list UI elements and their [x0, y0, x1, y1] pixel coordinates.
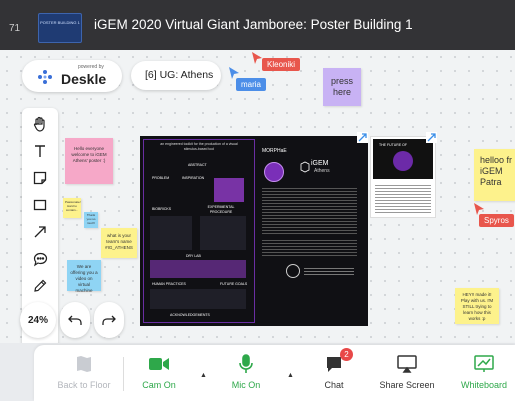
back-to-floor-button[interactable]: Back to Floor	[49, 353, 119, 390]
chat-button[interactable]: 2 Chat	[299, 348, 369, 390]
sticky-note[interactable]: helloo fr iGEM Patra	[474, 149, 515, 201]
whiteboard-button[interactable]: Whiteboard	[449, 353, 515, 390]
zoom-level[interactable]: 24%	[20, 302, 56, 338]
chat-badge: 2	[340, 348, 353, 361]
poster-small-image: THE FUTURE OF	[373, 139, 433, 179]
poster-athens: Athens	[314, 168, 330, 174]
poster-section-experimental: EXPERIMENTAL PROCEDURE	[207, 205, 235, 214]
poster-main[interactable]: an engineered toolkit for the production…	[140, 136, 368, 326]
poster-igem: iGEM	[311, 160, 329, 167]
sticky-note[interactable]: Passionate! Hard to contain...	[63, 198, 81, 218]
map-icon	[77, 356, 91, 372]
arrow-tool-button[interactable]	[28, 220, 52, 244]
deskle-logo-icon	[38, 70, 52, 84]
poster-headline: an engineered toolkit for the production…	[160, 142, 238, 151]
page-title: iGEM 2020 Virtual Giant Jamboree: Poster…	[94, 17, 413, 32]
poster-graphic	[214, 178, 244, 202]
undo-button[interactable]	[60, 302, 90, 338]
sticky-note[interactable]: press here	[323, 68, 361, 106]
poster-text-block	[375, 183, 431, 213]
poster-morphae: MORPHaE	[262, 148, 287, 154]
poster-section-human: HUMAN PRACTICES	[152, 282, 186, 286]
text-icon	[35, 145, 45, 157]
mic-options-caret-icon[interactable]: ▲	[287, 372, 294, 379]
whiteboard-canvas[interactable]: powered by Deskle [6] UG: Athens Kleonik…	[0, 50, 515, 350]
poster-team-badge	[264, 162, 284, 182]
building-logo: POSTER BUILDING 1	[38, 13, 82, 43]
room-selector[interactable]: [6] UG: Athens	[131, 61, 221, 90]
share-screen-icon	[397, 355, 417, 373]
poster-graphic	[150, 260, 246, 278]
bottom-controls: Back to Floor Cam On ▲ Mic On ▲ 2 Chat S…	[34, 345, 515, 401]
rectangle-icon	[33, 199, 47, 211]
sticky-note[interactable]: Hello everyone welcome to iGEM Athens' p…	[65, 138, 113, 184]
poster-secondary[interactable]: THE FUTURE OF	[370, 136, 436, 218]
poster-text-block	[262, 186, 357, 234]
arrow-icon	[34, 226, 46, 238]
poster-text-block	[262, 238, 357, 258]
sticky-note[interactable]: Thank you so much!	[84, 212, 98, 228]
powered-by-label: powered by	[78, 64, 104, 70]
poster-section-inspiration: INSPIRATION	[182, 176, 205, 180]
microphone-icon	[239, 354, 253, 373]
rectangle-tool-button[interactable]	[28, 193, 52, 217]
pen-tool-button[interactable]	[28, 274, 52, 298]
cursor-label-spyros: Spyros	[479, 214, 514, 227]
brand-badge: powered by Deskle	[22, 60, 122, 92]
sticky-note[interactable]: HEY!! made it! Play with us. I'M STILL t…	[455, 288, 499, 324]
igem-logo-icon	[300, 161, 310, 173]
cursor-label-kleoniki: Kleoniki	[262, 58, 301, 71]
cursor-arrow-icon	[252, 52, 262, 64]
redo-button[interactable]	[94, 302, 124, 338]
poster-section-problem: PROBLEM	[152, 176, 170, 180]
poster-text-block	[304, 266, 354, 276]
sticky-note[interactable]: what is your team's name #IG_ATHENS	[101, 228, 137, 258]
hand-tool-button[interactable]	[28, 112, 52, 136]
share-screen-button[interactable]: Share Screen	[372, 353, 442, 390]
hand-icon	[33, 116, 45, 132]
expand-icon[interactable]	[357, 132, 368, 143]
comment-icon	[33, 252, 47, 266]
redo-icon	[102, 315, 116, 325]
brand-name: Deskle	[61, 71, 107, 87]
poster-small-graphic	[393, 151, 413, 171]
cam-on-button[interactable]: Cam On	[124, 353, 194, 390]
comment-tool-button[interactable]	[28, 247, 52, 271]
expand-icon[interactable]	[426, 132, 437, 143]
room-label: [6] UG: Athens	[145, 69, 214, 81]
poster-section-biobricks: BIOBRICKS	[152, 207, 172, 211]
poster-university-seal	[286, 264, 300, 278]
poster-graphic	[150, 216, 192, 250]
undo-icon	[68, 315, 82, 325]
top-bar: 71 POSTER BUILDING 1 iGEM 2020 Virtual G…	[0, 0, 515, 50]
poster-section-ack: ACKNOWLEDGEMENTS	[170, 313, 210, 317]
sticky-note-icon	[33, 171, 47, 185]
bottom-bar: Back to Floor Cam On ▲ Mic On ▲ 2 Chat S…	[0, 343, 515, 401]
mic-on-button[interactable]: Mic On	[211, 353, 281, 390]
sticky-note-tool-button[interactable]	[28, 166, 52, 190]
whiteboard-icon	[474, 355, 494, 372]
sticky-note[interactable]: We are offering you a video on virtual m…	[67, 260, 101, 293]
text-tool-button[interactable]	[28, 139, 52, 163]
poster-graphic	[150, 289, 246, 309]
poster-section-drylab: DRY LAB	[186, 254, 201, 258]
poster-section-future: FUTURE GOALS	[220, 282, 248, 286]
poster-section-abstract: ABSTRACT	[188, 163, 207, 167]
poster-small-title: THE FUTURE OF	[379, 143, 407, 147]
cam-options-caret-icon[interactable]: ▲	[200, 372, 207, 379]
poster-graphic	[200, 216, 246, 250]
room-number: 71	[9, 23, 21, 34]
pencil-icon	[34, 279, 47, 292]
camera-icon	[149, 358, 169, 370]
cursor-label-maria: maria	[236, 78, 267, 91]
